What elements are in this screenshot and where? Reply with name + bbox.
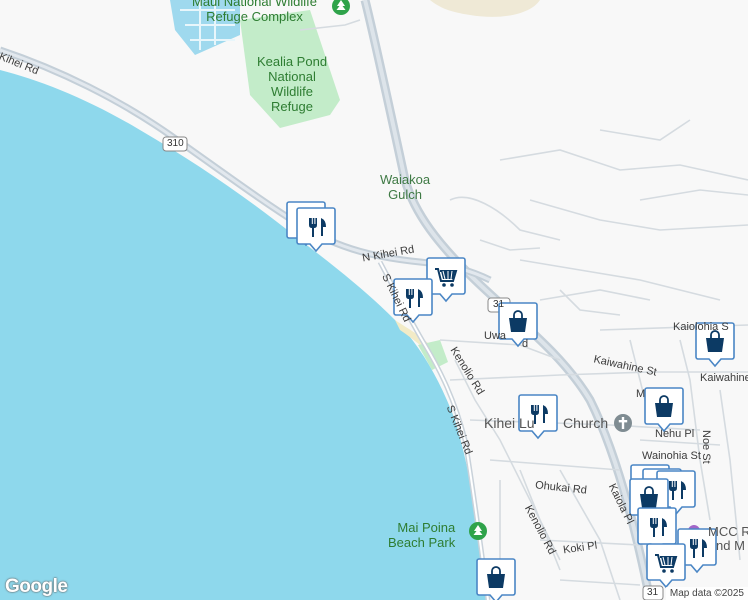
waiakoa-gulch-label: Waiakoa Gulch bbox=[380, 172, 430, 202]
kealia-line4: Refuge bbox=[271, 99, 313, 114]
kealia-pond-label[interactable]: Kealia Pond National Wildlife Refuge bbox=[252, 54, 332, 114]
refuge-complex-line2: Refuge Complex bbox=[206, 9, 303, 24]
map-attribution[interactable]: Map data ©2025 bbox=[665, 587, 748, 600]
marker-shopping-7 bbox=[476, 558, 516, 600]
marker-restaurant-2 bbox=[296, 207, 336, 252]
marker-shopping-3 bbox=[644, 387, 684, 432]
beach-park-line1: Mai Poina bbox=[397, 520, 456, 535]
gulch-line1: Waiakoa bbox=[380, 172, 431, 187]
m-partial-label: M bbox=[636, 388, 646, 400]
kaiolohia-st-label: Kaiolohia S bbox=[673, 321, 729, 333]
kihei-lutheran-church-part2[interactable]: Church bbox=[563, 415, 608, 431]
mai-poina-beach-park-label[interactable]: Mai Poina Beach Park bbox=[388, 520, 455, 550]
noe-st-label: Noe St bbox=[700, 430, 712, 464]
map-canvas[interactable] bbox=[0, 0, 748, 600]
refuge-complex-line1: Maui National Wildlife bbox=[192, 0, 317, 9]
nehu-pl-label: Nehu Pl bbox=[655, 428, 695, 440]
refuge-complex-label[interactable]: Maui National Wildlife Refuge Complex bbox=[192, 0, 317, 24]
uwapo-rd-end-label: d bbox=[522, 338, 529, 350]
wainohia-st-label: Wainohia St bbox=[642, 450, 701, 462]
route-31-label-a: 31 bbox=[493, 299, 505, 310]
mcc-label-line1[interactable]: MCC R bbox=[708, 524, 748, 539]
kihei-lutheran-church-part1[interactable]: Kihei Lu bbox=[484, 415, 535, 431]
google-logo: Google bbox=[5, 576, 68, 597]
marker-grocery-2 bbox=[646, 543, 686, 588]
church-cross-icon bbox=[614, 414, 632, 432]
route-310-label: 310 bbox=[167, 138, 184, 149]
mcc-label-line2[interactable]: nd M bbox=[716, 538, 745, 553]
beach-park-line2: Beach Park bbox=[388, 535, 456, 550]
kaiwahine-st-east-label: Kaiwahine bbox=[700, 372, 748, 384]
route-31-label-b: 31 bbox=[647, 587, 659, 598]
beach-park-tree-icon bbox=[469, 522, 487, 540]
kealia-line3: Wildlife bbox=[271, 84, 313, 99]
gulch-line2: Gulch bbox=[388, 187, 423, 202]
kealia-line1: Kealia Pond bbox=[256, 54, 328, 69]
uwapo-rd-label: Uwa bbox=[484, 330, 507, 342]
kealia-line2: National bbox=[268, 69, 316, 84]
